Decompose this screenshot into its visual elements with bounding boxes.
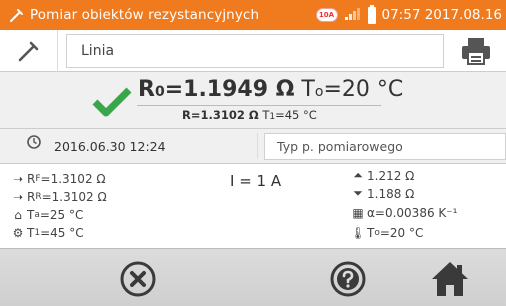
t1-value: =45 °C [275, 108, 317, 122]
measured-result: R=1.3102 Ω T1=45 °C [182, 108, 317, 122]
rf-value: =1.3102 Ω [40, 172, 106, 186]
arrow-right-icon: ➝ [12, 190, 24, 204]
engine-icon: ⚙ [12, 226, 24, 240]
measurement-date: 2016.06.30 12:24 [30, 133, 258, 159]
test-current: I = 1 A [230, 172, 282, 190]
home-button[interactable] [428, 257, 472, 301]
screen: Pomiar obiektów rezystancyjnych 10A 07:5… [0, 0, 506, 306]
r-bottom-value: 1.188 Ω [367, 186, 415, 201]
param-ta: ⌂ Ta =25 °C [12, 208, 83, 222]
parameters-panel: ➝ R F =1.3102 Ω ➝ R R =1.3102 Ω ⌂ Ta =25 °C ⚙… [0, 164, 506, 248]
home-icon [432, 262, 468, 296]
rf-label: R [27, 172, 36, 186]
r0-value: =1.1949 Ω [164, 77, 295, 102]
print-button[interactable] [454, 33, 498, 69]
param-alpha: ▦ α=0.00386 K⁻¹ [352, 206, 457, 220]
main-result: R0=1.1949 Ω To=20 °C [138, 77, 403, 102]
probe-icon [18, 41, 38, 62]
rr-label: R [27, 190, 36, 204]
ta-value: =25 °C [39, 208, 84, 222]
t0-value: =20 °C [323, 77, 404, 102]
status-bar: Pomiar obiektów rezystancyjnych 10A 07:5… [0, 0, 506, 30]
signal-icon [344, 6, 362, 25]
arrow-right-icon: ➝ [12, 172, 24, 186]
t0-label: T [301, 77, 315, 102]
param-t1: ⚙ T 1 =45 °C [12, 226, 84, 240]
name-row: Linia [0, 30, 506, 72]
r-top-value: 1.212 Ω [367, 168, 415, 183]
bottom-toolbar [0, 248, 506, 306]
check-icon [92, 87, 132, 121]
help-button[interactable] [326, 257, 370, 301]
house-icon: ⌂ [14, 208, 22, 222]
probe-button[interactable] [0, 30, 58, 72]
object-name-field[interactable]: Linia [66, 34, 444, 68]
probe-icon [4, 7, 30, 23]
date-row: 2016.06.30 12:24 Typ p. pomiarowego [0, 129, 506, 163]
screen-title: Pomiar obiektów rezystancyjnych [30, 7, 260, 23]
measurement-type-field[interactable]: Typ p. pomiarowego [264, 133, 506, 160]
to-value: =20 °C [379, 226, 424, 240]
t1-value: =45 °C [40, 226, 84, 240]
battery-icon [367, 4, 376, 24]
lower-bound-icon: ⏷ [353, 186, 363, 200]
result-panel: R0=1.1949 Ω To=20 °C R=1.3102 Ω T1=45 °C [0, 73, 506, 128]
upper-bound-icon: ⏶ [353, 168, 363, 182]
param-rf: ➝ R F =1.3102 Ω [12, 172, 106, 186]
r0-label: R [138, 77, 155, 102]
printer-icon [462, 38, 490, 65]
thermometer-icon: 🌡 [350, 226, 366, 240]
alpha-value: α=0.00386 K⁻¹ [367, 206, 458, 220]
close-circle-icon [120, 261, 156, 297]
help-circle-icon [330, 261, 366, 297]
param-rr: ➝ R R =1.3102 Ω [12, 190, 107, 204]
r0-subscript: 0 [154, 84, 165, 100]
param-r-top: ⏶ 1.212 Ω [352, 168, 414, 183]
to-label: T [367, 226, 375, 240]
material-icon: ▦ [352, 206, 364, 220]
ta-label: T [27, 208, 35, 222]
t1-label: T [27, 226, 35, 240]
divider [137, 105, 381, 106]
current-range-badge: 10A [315, 8, 338, 22]
param-to: 🌡 To =20 °C [350, 226, 424, 240]
rr-value: =1.3102 Ω [41, 190, 107, 204]
param-r-bottom: ⏷ 1.188 Ω [352, 186, 414, 201]
clock: 07:57 2017.08.16 [381, 7, 503, 23]
r-measured: R=1.3102 Ω [182, 108, 259, 122]
cancel-button[interactable] [116, 257, 160, 301]
